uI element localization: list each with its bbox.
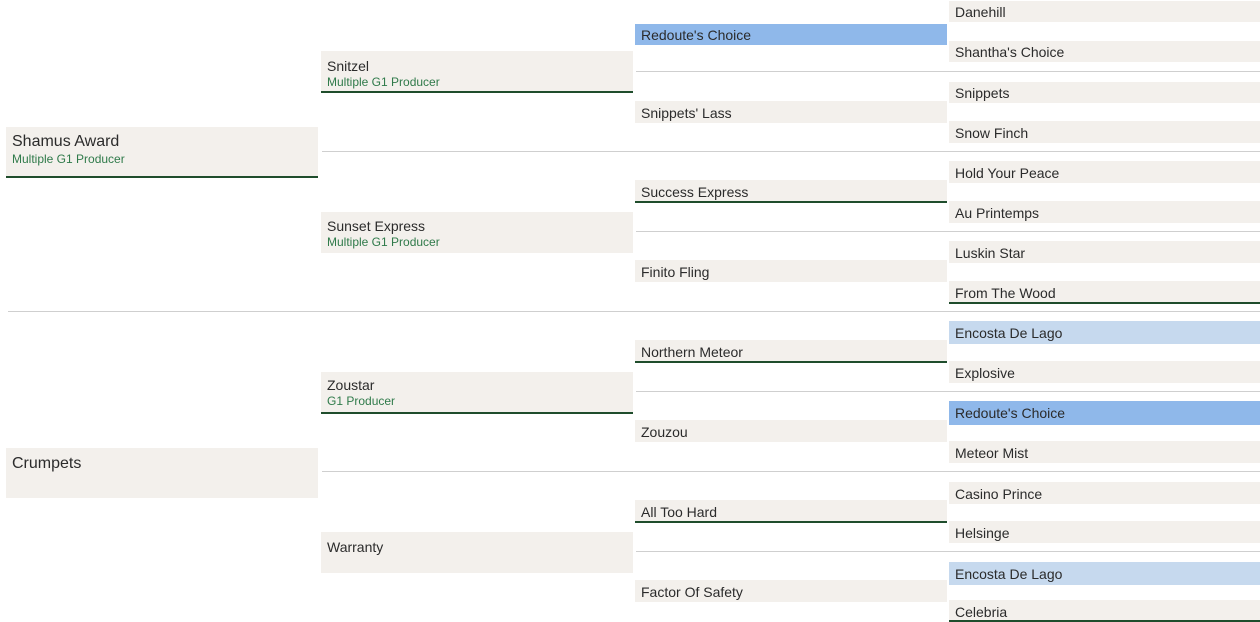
horse-name: Shantha's Choice xyxy=(955,44,1065,60)
pedigree-g4-entry[interactable]: Encosta De Lago xyxy=(949,321,1260,344)
horse-name: All Too Hard xyxy=(641,504,718,520)
horse-name: Redoute's Choice xyxy=(955,405,1066,421)
horse-name: Celebria xyxy=(955,604,1008,620)
separator xyxy=(636,391,1260,392)
separator xyxy=(322,471,1260,472)
pedigree-g4-entry[interactable]: Hold Your Peace xyxy=(949,161,1260,183)
pedigree-g4-entry[interactable]: Danehill xyxy=(949,1,1260,22)
producer-badge: Multiple G1 Producer xyxy=(12,152,125,166)
horse-name: Shamus Award xyxy=(12,133,120,150)
horse-name: Zouzou xyxy=(641,424,688,440)
pedigree-g4-entry[interactable]: Au Printemps xyxy=(949,201,1260,223)
horse-name: Sunset Express xyxy=(327,218,426,234)
pedigree-g4-entry[interactable]: From The Wood xyxy=(949,281,1260,304)
pedigree-g4-entry[interactable]: Explosive xyxy=(949,361,1260,383)
horse-name: Snippets xyxy=(955,85,1010,101)
horse-name: Crumpets xyxy=(12,455,82,472)
pedigree-g4-entry[interactable]: Meteor Mist xyxy=(949,441,1260,463)
pedigree-g3-entry[interactable]: Redoute's Choice xyxy=(635,24,947,45)
separator xyxy=(8,311,1260,312)
pedigree-g3-entry[interactable]: Snippets' Lass xyxy=(635,101,947,123)
producer-badge: Multiple G1 Producer xyxy=(327,235,440,249)
pedigree-dam-dam[interactable]: Warranty xyxy=(321,532,633,573)
horse-name: Danehill xyxy=(955,4,1006,20)
horse-name: Snitzel xyxy=(327,58,370,74)
horse-name: Zoustar xyxy=(327,377,375,393)
producer-badge: Multiple G1 Producer xyxy=(327,75,440,89)
horse-name: Northern Meteor xyxy=(641,344,743,360)
producer-badge: G1 Producer xyxy=(327,394,396,408)
pedigree-g4-entry[interactable]: Encosta De Lago xyxy=(949,562,1260,585)
pedigree-g3-entry[interactable]: Success Express xyxy=(635,180,947,203)
pedigree-sire[interactable]: Shamus Award Multiple G1 Producer xyxy=(6,127,318,178)
horse-name: Helsinge xyxy=(955,525,1010,541)
pedigree-g4-entry[interactable]: Snippets xyxy=(949,82,1260,103)
pedigree-g3-entry[interactable]: Factor Of Safety xyxy=(635,580,947,602)
pedigree-g4-entry[interactable]: Celebria xyxy=(949,600,1260,622)
horse-name: Casino Prince xyxy=(955,486,1043,502)
horse-name: Au Printemps xyxy=(955,205,1040,221)
pedigree-g4-entry[interactable]: Redoute's Choice xyxy=(949,401,1260,425)
pedigree-g4-entry[interactable]: Snow Finch xyxy=(949,121,1260,143)
pedigree-g3-entry[interactable]: Finito Fling xyxy=(635,260,947,282)
horse-name: Redoute's Choice xyxy=(641,27,752,43)
horse-name: Finito Fling xyxy=(641,264,710,280)
horse-name: Explosive xyxy=(955,365,1015,381)
separator xyxy=(322,151,1260,152)
pedigree-dam[interactable]: Crumpets xyxy=(6,448,318,498)
horse-name: Encosta De Lago xyxy=(955,325,1063,341)
horse-name: Luskin Star xyxy=(955,245,1026,261)
horse-name: Hold Your Peace xyxy=(955,165,1060,181)
horse-name: Factor Of Safety xyxy=(641,584,743,600)
horse-name: Snippets' Lass xyxy=(641,105,732,121)
pedigree-g3-entry[interactable]: All Too Hard xyxy=(635,500,947,523)
separator xyxy=(636,231,1260,232)
pedigree-sire-dam[interactable]: Sunset Express Multiple G1 Producer xyxy=(321,212,633,253)
horse-name: From The Wood xyxy=(955,285,1056,301)
separator xyxy=(636,71,1260,72)
horse-name: Meteor Mist xyxy=(955,445,1029,461)
horse-name: Snow Finch xyxy=(955,125,1029,141)
pedigree-sire-sire[interactable]: Snitzel Multiple G1 Producer xyxy=(321,51,633,93)
horse-name: Warranty xyxy=(327,539,384,555)
pedigree-g4-entry[interactable]: Casino Prince xyxy=(949,482,1260,504)
pedigree-g3-entry[interactable]: Northern Meteor xyxy=(635,340,947,363)
pedigree-dam-sire[interactable]: Zoustar G1 Producer xyxy=(321,372,633,414)
pedigree-g4-entry[interactable]: Shantha's Choice xyxy=(949,41,1260,62)
horse-name: Success Express xyxy=(641,184,749,200)
separator xyxy=(636,551,1260,552)
pedigree-g4-entry[interactable]: Luskin Star xyxy=(949,241,1260,263)
pedigree-g4-entry[interactable]: Helsinge xyxy=(949,521,1260,543)
pedigree-g3-entry[interactable]: Zouzou xyxy=(635,420,947,442)
horse-name: Encosta De Lago xyxy=(955,566,1063,582)
